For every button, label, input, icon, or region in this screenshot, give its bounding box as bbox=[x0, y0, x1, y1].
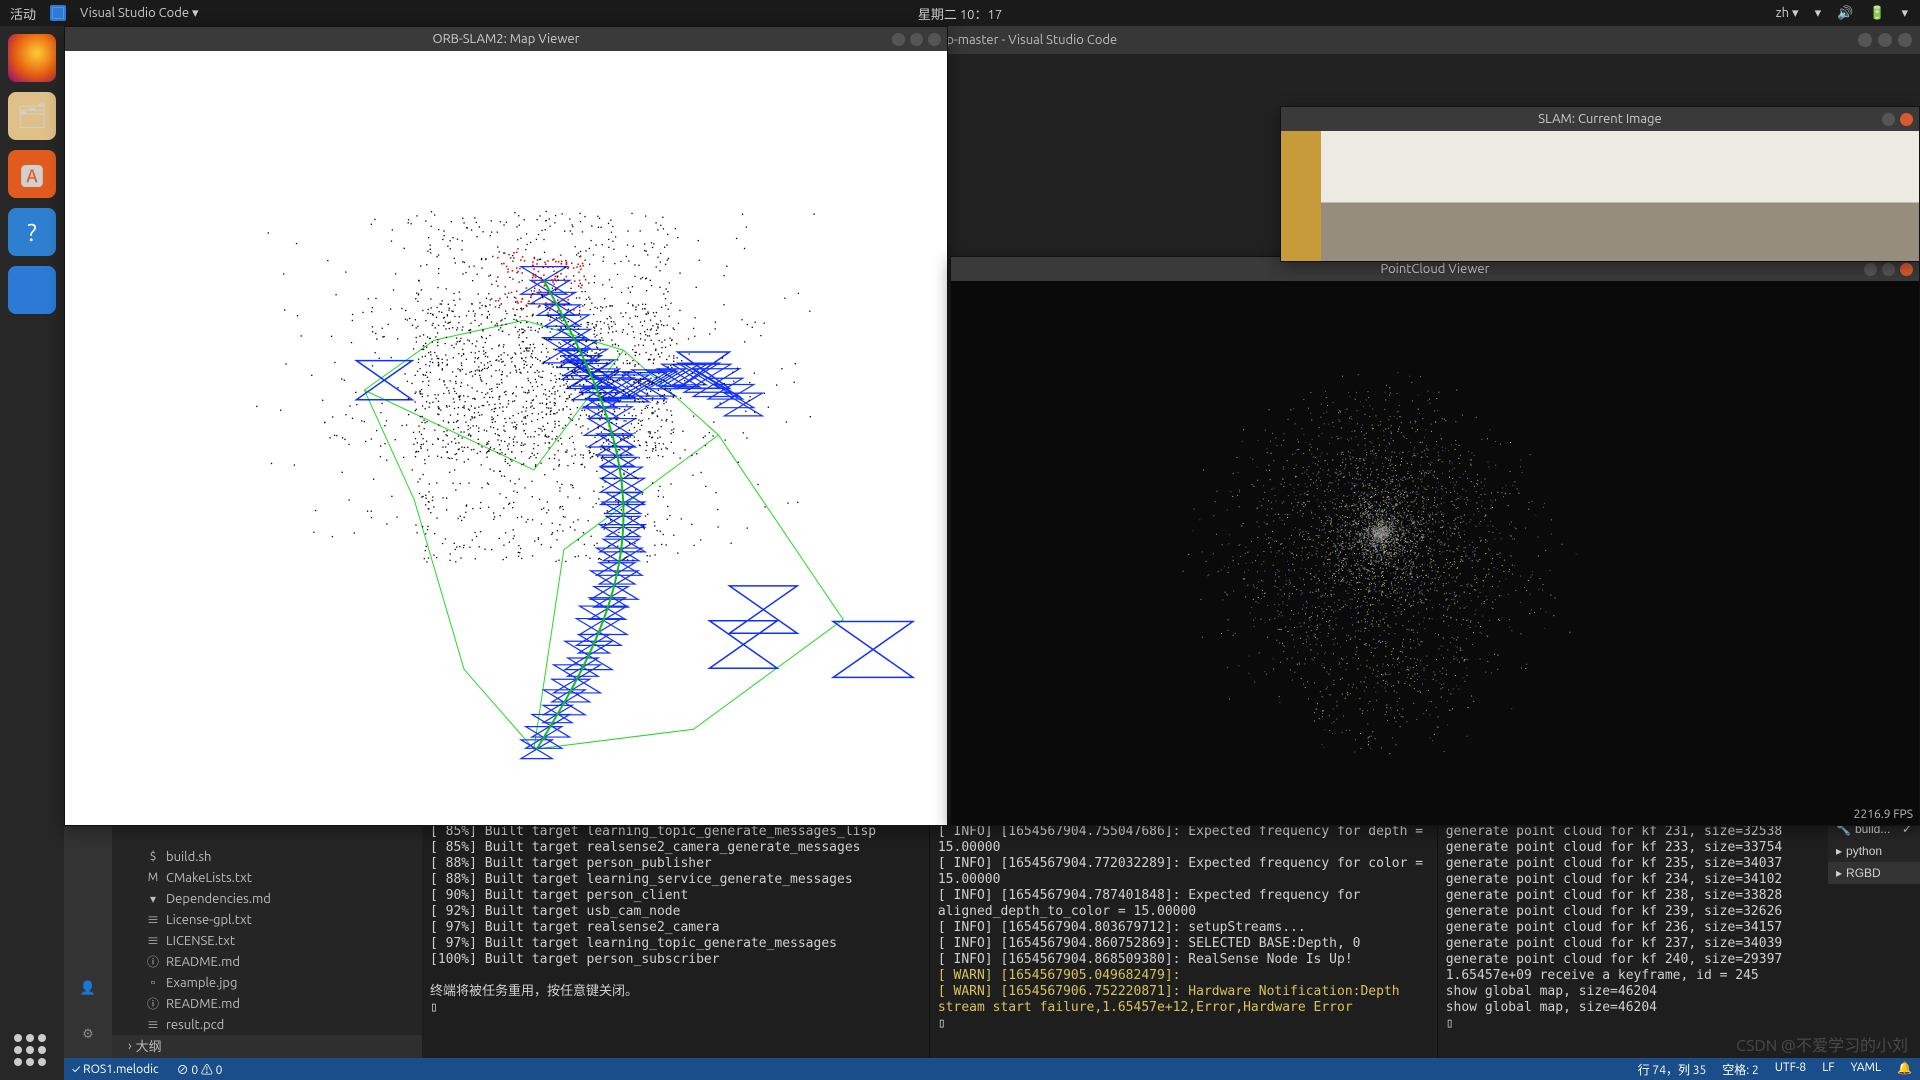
status-bar: ✓ ROS1.melodic ⊘ 0 ⚠ 0 行 74，列 35 空格: 2 U… bbox=[64, 1058, 1920, 1080]
file-name-label: Example.jpg bbox=[166, 976, 237, 990]
help-icon[interactable]: ? bbox=[8, 208, 56, 256]
map-viewer-canvas[interactable] bbox=[65, 51, 947, 825]
eol-status[interactable]: LF bbox=[1822, 1061, 1834, 1078]
file-item[interactable]: $ build.sh bbox=[112, 846, 422, 867]
map-viewer-titlebar[interactable]: ORB-SLAM2: Map Viewer bbox=[65, 27, 947, 51]
file-name-label: README.md bbox=[166, 955, 240, 969]
software-icon[interactable]: 🅰 bbox=[8, 150, 56, 198]
terminal-tab[interactable]: ▸RGBD bbox=[1828, 862, 1920, 884]
files-icon[interactable]: 🗂 bbox=[8, 92, 56, 140]
battery-icon[interactable]: 🔋 bbox=[1869, 6, 1885, 21]
problems-status[interactable]: ⊘ 0 ⚠ 0 bbox=[177, 1061, 223, 1078]
settings-gear-icon[interactable]: ⚙ bbox=[74, 1020, 102, 1048]
close-icon[interactable] bbox=[1900, 113, 1913, 126]
minimize-icon[interactable] bbox=[1864, 263, 1877, 276]
file-item[interactable]: ⓘ README.md bbox=[112, 951, 422, 972]
file-icon: ▫ bbox=[146, 974, 160, 991]
map-viewer-window[interactable]: ORB-SLAM2: Map Viewer bbox=[64, 26, 948, 826]
firefox-icon[interactable] bbox=[8, 34, 56, 82]
watermark: CSDN @不爱学习的小刘 bbox=[1736, 1032, 1908, 1056]
file-name-label: CMakeLists.txt bbox=[166, 871, 252, 885]
terminal-tab-icon: ▸ bbox=[1836, 865, 1842, 881]
file-item[interactable]: ⓘ README.md bbox=[112, 993, 422, 1014]
ubuntu-dock: 🗂 🅰 ? bbox=[0, 26, 64, 1080]
pointcloud-viewer-window[interactable]: PointCloud Viewer 2216.9 FPS bbox=[950, 256, 1920, 826]
file-name-label: Dependencies.md bbox=[166, 892, 271, 906]
terminal-tab[interactable]: ▸python bbox=[1828, 840, 1920, 862]
account-icon[interactable]: 👤 bbox=[74, 974, 102, 1002]
vscode-window-controls[interactable] bbox=[1858, 33, 1912, 47]
file-item[interactable]: ≡ LICENSE.txt bbox=[112, 930, 422, 951]
indent-status[interactable]: 空格: 2 bbox=[1722, 1061, 1758, 1078]
language-mode[interactable]: YAML bbox=[1851, 1061, 1881, 1078]
gnome-topbar: 活动 Visual Studio Code ▾ 星期二 10：17 zh ▾ ▾… bbox=[0, 0, 1920, 26]
ros-status[interactable]: ✓ ROS1.melodic bbox=[72, 1063, 159, 1076]
file-name-label: result.pcd bbox=[166, 1018, 224, 1032]
file-item[interactable]: ▾ Dependencies.md bbox=[112, 888, 422, 909]
terminal-panel: [ 85%] Built target learning_topic_gener… bbox=[422, 818, 1920, 1058]
encoding-status[interactable]: UTF-8 bbox=[1775, 1061, 1806, 1078]
close-icon[interactable] bbox=[1900, 263, 1913, 276]
maximize-icon[interactable] bbox=[910, 33, 923, 46]
power-icon[interactable]: ▾ bbox=[1901, 6, 1908, 21]
file-icon: ▾ bbox=[146, 892, 160, 906]
file-name-label: README.md bbox=[166, 997, 240, 1011]
terminal-col-2[interactable]: [ INFO] [1654567904.755047686]: Expected… bbox=[929, 818, 1437, 1058]
file-item[interactable]: ▫ Example.jpg bbox=[112, 972, 422, 993]
file-name-label: LICENSE.txt bbox=[166, 934, 235, 948]
activities-button[interactable]: 活动 bbox=[10, 4, 36, 23]
fps-counter: 2216.9 FPS bbox=[1854, 808, 1913, 821]
clock[interactable]: 星期二 10：17 bbox=[918, 4, 1002, 23]
cursor-position[interactable]: 行 74，列 35 bbox=[1638, 1061, 1707, 1078]
notifications-bell-icon[interactable]: 🔔 bbox=[1897, 1061, 1912, 1078]
vscode-icon bbox=[50, 5, 66, 21]
file-icon: M bbox=[146, 871, 160, 884]
map-viewer-title: ORB-SLAM2: Map Viewer bbox=[432, 32, 579, 46]
file-item[interactable]: ≡ License-gpl.txt bbox=[112, 909, 422, 930]
minimize-icon[interactable] bbox=[1882, 113, 1895, 126]
file-item[interactable]: M CMakeLists.txt bbox=[112, 867, 422, 888]
close-icon[interactable] bbox=[928, 33, 941, 46]
volume-icon[interactable]: 🔊 bbox=[1837, 6, 1853, 21]
show-apps-button[interactable] bbox=[14, 1034, 50, 1070]
slam-image-title: SLAM: Current Image bbox=[1538, 112, 1661, 126]
file-icon: $ bbox=[146, 850, 160, 863]
ime-indicator[interactable]: zh ▾ bbox=[1776, 6, 1799, 21]
maximize-icon[interactable] bbox=[1882, 263, 1895, 276]
chevron-right-icon: › bbox=[128, 1039, 132, 1053]
file-item[interactable]: ≡ result.pcd bbox=[112, 1014, 422, 1035]
file-icon: ⓘ bbox=[146, 953, 160, 970]
terminal-tab-icon: ▸ bbox=[1836, 843, 1842, 859]
file-name-label: License-gpl.txt bbox=[166, 913, 252, 927]
file-name-label: build.sh bbox=[166, 850, 211, 864]
file-icon: ≡ bbox=[146, 932, 160, 949]
slam-image-titlebar[interactable]: SLAM: Current Image bbox=[1281, 107, 1919, 131]
file-icon: ≡ bbox=[146, 1016, 160, 1033]
file-icon: ≡ bbox=[146, 911, 160, 928]
pointcloud-canvas[interactable]: 2216.9 FPS bbox=[951, 281, 1919, 825]
app-menu[interactable]: Visual Studio Code ▾ bbox=[80, 6, 199, 21]
vscode-app-icon[interactable] bbox=[8, 266, 56, 314]
network-icon[interactable]: ▾ bbox=[1815, 6, 1822, 21]
terminal-tabs: 🔧build...✓▸python▸RGBD bbox=[1828, 818, 1920, 884]
pointcloud-title: PointCloud Viewer bbox=[1380, 262, 1489, 276]
slam-image-canvas bbox=[1281, 131, 1919, 261]
terminal-col-1[interactable]: [ 85%] Built target learning_topic_gener… bbox=[422, 818, 929, 1058]
file-icon: ⓘ bbox=[146, 995, 160, 1012]
outline-section[interactable]: ›大纲 bbox=[112, 1035, 422, 1056]
minimize-icon[interactable] bbox=[892, 33, 905, 46]
slam-image-window[interactable]: SLAM: Current Image bbox=[1280, 106, 1920, 262]
